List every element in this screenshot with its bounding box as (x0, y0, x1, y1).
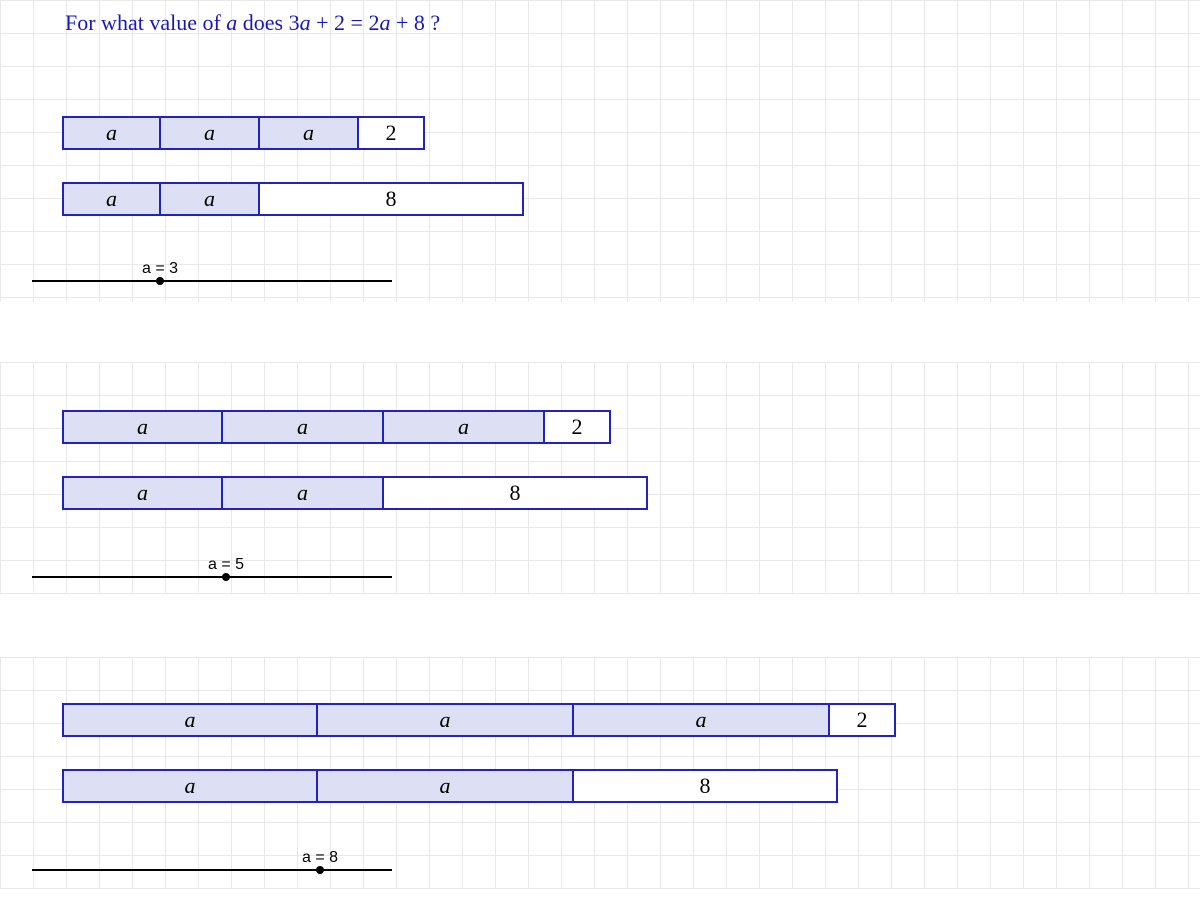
bar-segment-constant: 2 (359, 116, 425, 150)
bar-row-expr2: aa8 (62, 476, 648, 510)
bar-row-expr1: aaa2 (62, 116, 425, 150)
bar-row-expr1: aaa2 (62, 410, 611, 444)
bar-segment-a: a (318, 769, 574, 803)
bar-segment-a: a (62, 703, 318, 737)
bar-segment-constant: 8 (384, 476, 648, 510)
bar-segment-a: a (574, 703, 830, 737)
slider-track (32, 869, 392, 871)
bar-row-expr2: aa8 (62, 182, 524, 216)
bar-segment-a: a (384, 410, 545, 444)
grid-background (0, 0, 1200, 302)
slider[interactable]: a = 3 (0, 280, 500, 290)
page: For what value of a does 3a + 2 = 2a + 8… (0, 0, 1200, 922)
bar-segment-constant: 8 (260, 182, 524, 216)
bar-segment-a: a (161, 182, 260, 216)
bar-segment-a: a (62, 182, 161, 216)
bar-segment-a: a (161, 116, 260, 150)
bar-segment-a: a (223, 476, 384, 510)
bar-row-expr1: aaa2 (62, 703, 896, 737)
slider-label: a = 8 (302, 849, 338, 867)
bar-segment-a: a (62, 769, 318, 803)
question-var: a (300, 10, 311, 35)
bar-segment-a: a (62, 476, 223, 510)
slider[interactable]: a = 5 (0, 576, 500, 586)
slider-handle[interactable] (316, 866, 324, 874)
bar-segment-constant: 2 (830, 703, 896, 737)
bar-segment-a: a (318, 703, 574, 737)
bar-segment-a: a (223, 410, 384, 444)
bar-segment-a: a (260, 116, 359, 150)
question-text: For what value of a does 3a + 2 = 2a + 8… (65, 10, 440, 36)
bar-segment-a: a (62, 410, 223, 444)
bar-row-expr2: aa8 (62, 769, 838, 803)
question-var: a (226, 10, 237, 35)
slider-track (32, 576, 392, 578)
bar-segment-a: a (62, 116, 161, 150)
slider-handle[interactable] (222, 573, 230, 581)
bar-segment-constant: 8 (574, 769, 838, 803)
slider-handle[interactable] (156, 277, 164, 285)
slider-label: a = 5 (208, 556, 244, 574)
slider-track (32, 280, 392, 282)
question-var: a (379, 10, 390, 35)
slider[interactable]: a = 8 (0, 869, 500, 879)
bar-segment-constant: 2 (545, 410, 611, 444)
slider-label: a = 3 (142, 260, 178, 278)
